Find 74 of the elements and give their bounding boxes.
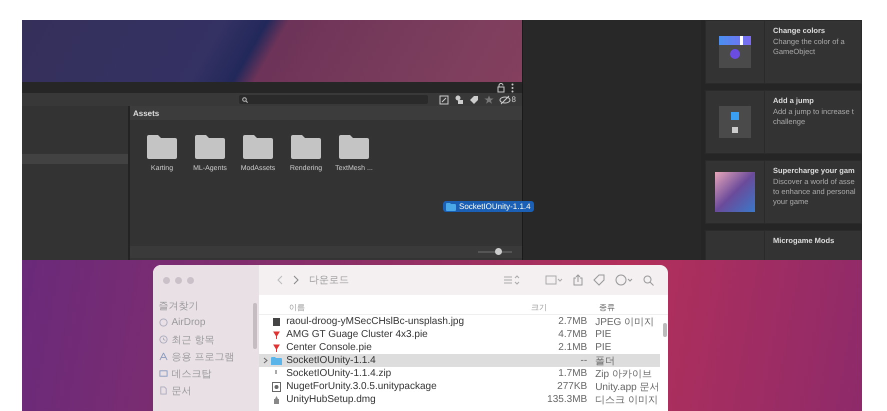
close-window-button[interactable] xyxy=(162,276,170,284)
file-size: 1.7MB xyxy=(557,368,588,379)
disclosure-icon[interactable] xyxy=(262,357,268,364)
jump-tutorial-icon xyxy=(719,106,751,138)
dragged-folder-label[interactable]: SocketIOUnity-1.1.4 xyxy=(443,201,534,212)
shapes-icon[interactable] xyxy=(454,94,464,104)
share-icon[interactable] xyxy=(572,274,582,286)
file-row[interactable]: SocketIOUnity-1.1.4 -- 폴더 xyxy=(259,354,660,367)
search-icon xyxy=(242,96,248,102)
file-row[interactable]: Center Console.pie 2.1MB PIE xyxy=(259,341,660,354)
file-name: SocketIOUnity-1.1.4.zip xyxy=(286,368,392,379)
file-name: AMG GT Guage Cluster 4x3.pie xyxy=(286,329,429,340)
window-title: 다운로드 xyxy=(309,274,350,287)
file-row[interactable]: raoul-droog-yMSecCHslBc-unsplash.jpg 2.7MB JPEG 이미지 xyxy=(259,315,660,328)
column-header[interactable]: 종류 xyxy=(591,302,616,313)
file-name: NugetForUnity.3.0.5.unitypackage xyxy=(286,381,438,392)
file-name: UnityHubSetup.dmg xyxy=(286,394,377,405)
file-kind: PIE xyxy=(594,342,612,353)
file-row[interactable]: UnityHubSetup.dmg 135.3MB 디스크 이미지 xyxy=(259,393,660,406)
folder-file-icon xyxy=(271,356,282,366)
image-file-icon xyxy=(271,316,282,326)
folder-icon xyxy=(446,202,456,210)
search-by-type-icon[interactable] xyxy=(438,94,449,104)
folder-icon xyxy=(290,134,322,160)
file-kind: PIE xyxy=(594,329,612,340)
file-kind: Zip 아카이브 xyxy=(594,368,652,380)
photo-placeholder xyxy=(715,172,755,212)
file-kind: Unity.app 문서 xyxy=(594,380,660,394)
star-icon[interactable] xyxy=(484,94,494,104)
scrollbar-thumb[interactable] xyxy=(662,323,666,337)
folder-icon xyxy=(242,134,274,160)
breadcrumb-title: Assets xyxy=(130,106,522,120)
file-size: 4.7MB xyxy=(557,329,588,340)
color-tutorial-icon xyxy=(719,36,751,68)
more-menu-icon[interactable] xyxy=(614,274,632,286)
hidden-count: 8 xyxy=(512,95,516,104)
file-size: 277KB xyxy=(556,381,588,392)
file-row[interactable]: NugetForUnity.3.0.5.unitypackage 277KB Unity.app 문서 xyxy=(259,380,660,393)
lock-icon[interactable] xyxy=(497,82,505,92)
back-icon[interactable] xyxy=(277,275,284,285)
file-size: 135.3MB xyxy=(546,394,588,405)
grid-view-icon[interactable] xyxy=(544,275,562,285)
file-size: 2.7MB xyxy=(557,316,588,327)
recent-icon xyxy=(158,335,168,344)
file-kind: 디스크 이미지 xyxy=(594,394,658,406)
list-view-icon[interactable] xyxy=(502,275,520,285)
folder-icon xyxy=(194,134,226,160)
file-size: -- xyxy=(580,355,588,366)
kebab-menu-icon[interactable] xyxy=(511,82,514,92)
sidebar-heading: 즐겨찾기 xyxy=(158,300,200,313)
package-file-icon xyxy=(271,382,282,392)
file-name: raoul-droog-yMSecCHslBc-unsplash.jpg xyxy=(286,316,466,327)
file-name: SocketIOUnity-1.1.4 xyxy=(286,355,377,366)
file-kind: JPEG 이미지 xyxy=(594,316,654,328)
apps-icon xyxy=(158,352,168,361)
hidden-eye-icon[interactable] xyxy=(498,94,511,104)
file-size: 2.1MB xyxy=(557,342,588,353)
docs-icon xyxy=(158,386,168,395)
pie-file-icon xyxy=(271,342,282,352)
file-row[interactable]: AMG GT Guage Cluster 4x3.pie 4.7MB PIE xyxy=(259,328,660,341)
zoom-window-button[interactable] xyxy=(186,276,194,284)
minimize-window-button[interactable] xyxy=(174,276,182,284)
folder-icon xyxy=(338,134,370,160)
file-name: Center Console.pie xyxy=(286,342,373,353)
file-kind: 폴더 xyxy=(594,354,616,368)
forward-icon[interactable] xyxy=(293,275,300,285)
folder-icon xyxy=(146,134,178,160)
desktop-icon xyxy=(158,369,168,378)
airdrop-icon xyxy=(158,318,168,327)
file-row[interactable]: SocketIOUnity-1.1.4.zip 1.7MB Zip 아카이브 xyxy=(259,367,660,380)
pie-file-icon xyxy=(271,330,282,340)
search-icon[interactable] xyxy=(642,274,654,286)
search-field[interactable] xyxy=(238,95,428,104)
slider-thumb[interactable] xyxy=(495,248,502,255)
